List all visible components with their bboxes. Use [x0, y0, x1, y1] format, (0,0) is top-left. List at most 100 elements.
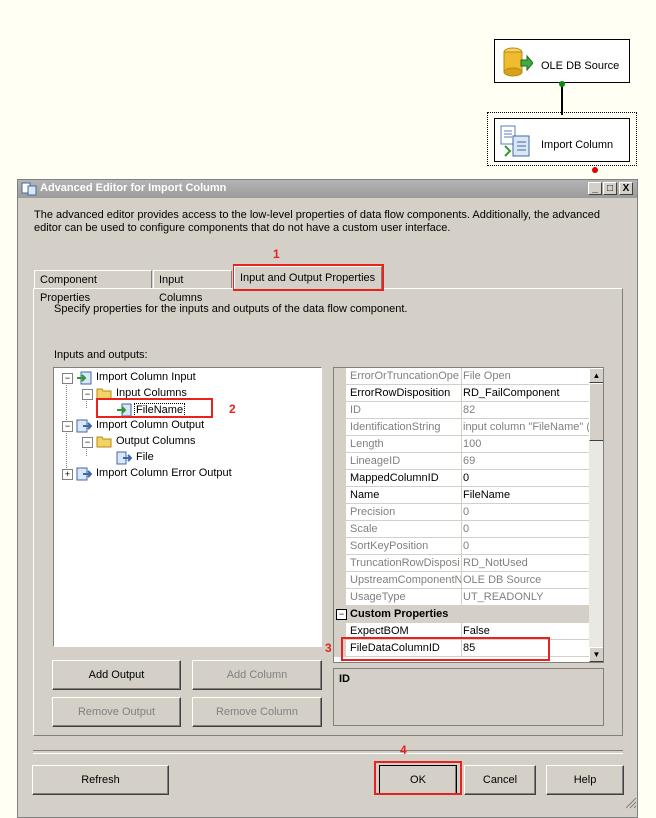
add-column-button[interactable]: Add Column [192, 660, 322, 690]
property-value[interactable]: RD_NotUsed [462, 555, 590, 571]
input-icon [77, 371, 92, 385]
output-icon [76, 419, 92, 433]
cancel-button[interactable]: Cancel [464, 765, 536, 795]
property-name: TruncationRowDisposi [334, 555, 462, 571]
output-column-icon [116, 451, 132, 465]
property-scrollbar[interactable]: ▲ ▼ [589, 368, 603, 662]
property-value[interactable]: UT_READONLY [462, 589, 590, 605]
property-name: ErrorOrTruncationOpe [334, 368, 462, 384]
custom-properties-header: − Custom Properties [334, 606, 589, 623]
database-icon [503, 47, 533, 77]
property-value[interactable]: FileName [462, 487, 590, 503]
panel-description: Specify properties for the inputs and ou… [54, 303, 408, 315]
import-column-label: Import Column [541, 139, 614, 151]
property-row[interactable]: IdentificationString input column "FileNa… [334, 419, 590, 436]
property-row[interactable]: Precision 0 [334, 504, 589, 521]
property-row[interactable]: SortKeyPosition 0 [334, 538, 589, 555]
annotation-number-2: 2 [229, 402, 236, 416]
annotation-number-1: 1 [273, 247, 280, 261]
tree-item-error-output[interactable]: Import Column Error Output [96, 467, 232, 479]
property-name: Length [334, 436, 462, 452]
property-value[interactable]: RD_FailComponent [462, 385, 590, 401]
resize-grip-icon[interactable] [623, 795, 637, 809]
property-name: LineageID [334, 453, 462, 469]
minimize-button[interactable]: _ [588, 182, 602, 195]
error-output-icon [76, 467, 92, 481]
property-name: UsageType [334, 589, 462, 605]
property-name: IdentificationString [334, 419, 462, 435]
connector-dot [559, 81, 565, 87]
expand-toggle-icon[interactable]: − [82, 389, 93, 400]
property-row[interactable]: Name FileName [334, 487, 589, 504]
property-value[interactable]: 100 [462, 436, 590, 452]
property-name: Scale [334, 521, 462, 537]
tree-item-file[interactable]: File [136, 451, 154, 463]
highlight-box-filename [96, 398, 213, 418]
scroll-down-icon[interactable]: ▼ [589, 647, 603, 662]
dialog-title: Advanced Editor for Import Column [40, 182, 227, 194]
property-value[interactable]: 69 [462, 453, 590, 469]
import-column-icon [500, 125, 530, 157]
custom-properties-label: Custom Properties [350, 608, 449, 620]
tree-item-import-column-input[interactable]: Import Column Input [96, 371, 196, 383]
property-value[interactable]: 82 [462, 402, 590, 418]
scroll-thumb[interactable] [589, 383, 603, 441]
annotation-number-4: 4 [400, 743, 407, 757]
highlight-box-ok [374, 761, 462, 795]
property-name: UpstreamComponentN [334, 572, 462, 588]
property-row[interactable]: MappedColumnID 0 [334, 470, 589, 487]
collapse-icon[interactable]: − [336, 609, 347, 620]
property-value[interactable]: 0 [462, 470, 590, 486]
expand-toggle-icon[interactable]: + [62, 469, 73, 480]
tab-input-columns[interactable]: Input Columns [153, 270, 232, 304]
expand-toggle-icon[interactable]: − [82, 437, 93, 448]
tree-item-output-columns[interactable]: Output Columns [116, 435, 195, 447]
import-column-shape[interactable]: Import Column [494, 118, 630, 162]
property-name: Name [334, 487, 462, 503]
property-row[interactable]: TruncationRowDisposi RD_NotUsed [334, 555, 589, 572]
property-grid[interactable]: ErrorOrTruncationOpe File Open ErrorRowDis… [333, 367, 604, 663]
remove-output-button[interactable]: Remove Output [52, 697, 181, 727]
property-value[interactable]: 0 [462, 504, 590, 520]
property-row[interactable]: Length 100 [334, 436, 589, 453]
annotation-number-3: 3 [325, 641, 332, 655]
scroll-up-icon[interactable]: ▲ [589, 368, 603, 383]
separator [33, 750, 623, 754]
dialog-description: The advanced editor provides access to t… [34, 209, 601, 234]
help-button[interactable]: Help [546, 765, 624, 795]
tab-component-properties[interactable]: Component Properties [34, 270, 152, 304]
property-name: SortKeyPosition [334, 538, 462, 554]
error-dot [592, 167, 598, 173]
maximize-button[interactable]: □ [603, 182, 617, 195]
property-row[interactable]: ErrorOrTruncationOpe File Open [334, 368, 589, 385]
tree-item-import-column-output[interactable]: Import Column Output [96, 419, 204, 431]
property-row[interactable]: UpstreamComponentN OLE DB Source [334, 572, 589, 589]
ole-db-source-shape[interactable]: OLE DB Source [494, 39, 630, 83]
tab-input-output-properties[interactable]: Input and Output Properties [234, 266, 382, 289]
title-bar: Advanced Editor for Import Column _ □ X [18, 180, 637, 198]
remove-column-button[interactable]: Remove Column [192, 697, 322, 727]
property-name: MappedColumnID [334, 470, 462, 486]
property-value[interactable]: File Open [462, 368, 590, 384]
property-value[interactable]: 0 [462, 538, 590, 554]
ole-db-source-label: OLE DB Source [541, 60, 620, 72]
property-row[interactable]: Scale 0 [334, 521, 589, 538]
property-value[interactable]: input column "FileName" (8 [462, 419, 590, 435]
add-output-button[interactable]: Add Output [52, 660, 181, 690]
property-row[interactable]: ID 82 [334, 402, 589, 419]
property-name: ErrorRowDisposition [334, 385, 462, 401]
app-icon [21, 182, 37, 196]
property-description-title: ID [339, 673, 350, 685]
property-row[interactable]: LineageID 69 [334, 453, 589, 470]
property-row[interactable]: UsageType UT_READONLY [334, 589, 589, 606]
property-row[interactable]: ErrorRowDisposition RD_FailComponent [334, 385, 589, 402]
refresh-button[interactable]: Refresh [32, 765, 169, 795]
close-button[interactable]: X [619, 182, 633, 195]
expand-toggle-icon[interactable]: − [62, 373, 73, 384]
connector-line [561, 83, 563, 115]
property-value[interactable]: OLE DB Source [462, 572, 590, 588]
property-description-box: ID [333, 668, 604, 726]
property-name: Precision [334, 504, 462, 520]
property-value[interactable]: 0 [462, 521, 590, 537]
expand-toggle-icon[interactable]: − [62, 421, 73, 432]
